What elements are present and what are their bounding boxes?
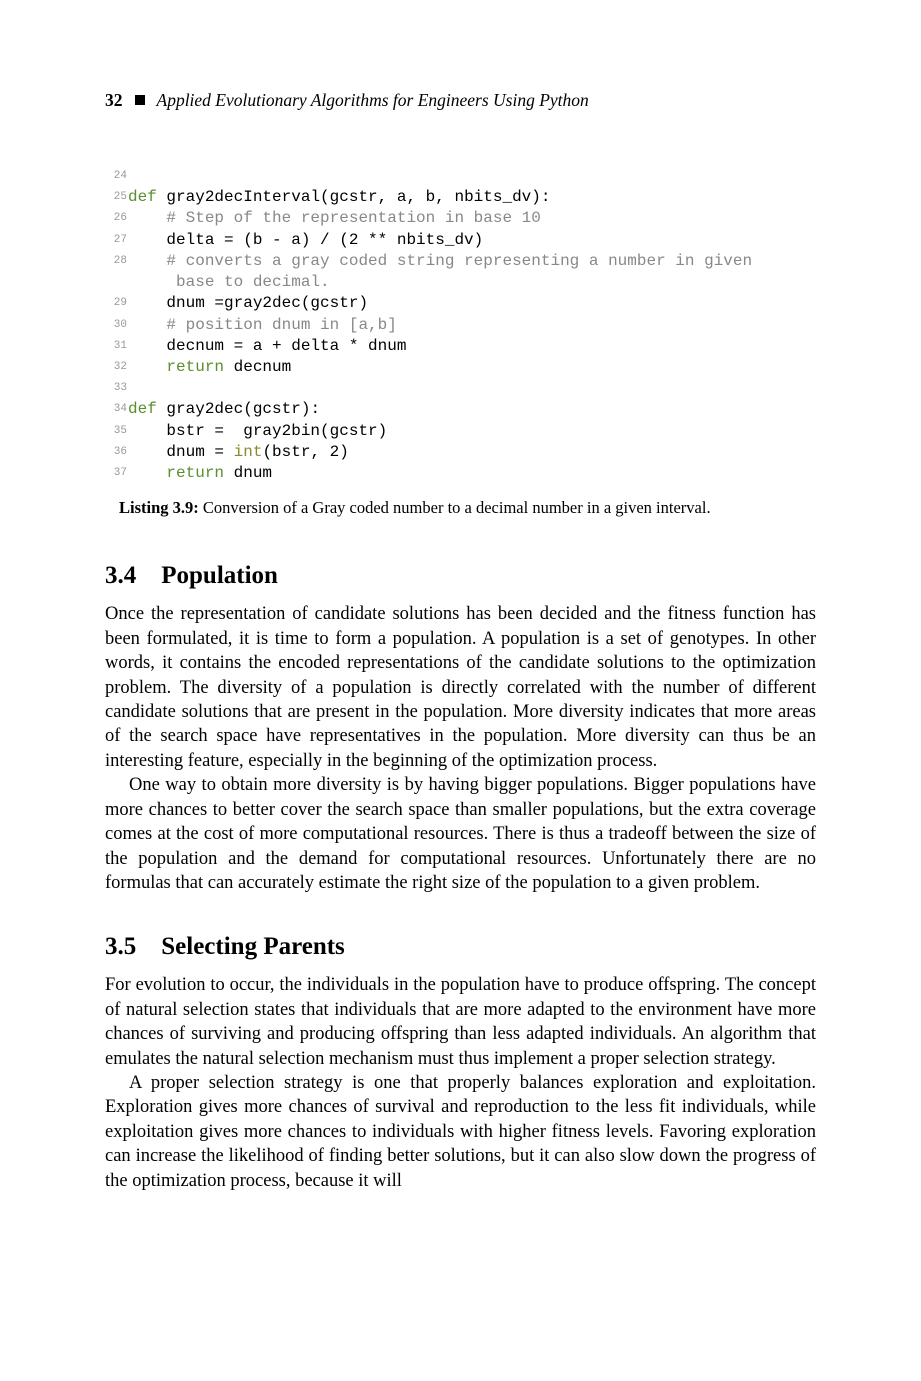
code-line: 31 decnum = a + delta * dnum [105, 336, 816, 357]
code-line: 36 dnum = int(bstr, 2) [105, 442, 816, 463]
line-number: 26 [105, 208, 127, 229]
code-text: return decnum [127, 357, 291, 378]
code-text: return dnum [127, 463, 272, 484]
code-text: delta = (b - a) / (2 ** nbits_dv) [127, 230, 483, 251]
code-text [127, 378, 128, 399]
listing-caption: Listing 3.9: Conversion of a Gray coded … [119, 498, 816, 518]
section-heading: 3.5 Selecting Parents [105, 933, 816, 961]
paragraph: One way to obtain more diversity is by h… [105, 773, 816, 895]
line-number: 25 [105, 187, 127, 208]
line-number: 37 [105, 463, 127, 484]
paragraph: A proper selection strategy is one that … [105, 1071, 816, 1193]
line-number: 30 [105, 315, 127, 336]
line-number: 34 [105, 399, 127, 420]
code-line: 30 # position dnum in [a,b] [105, 315, 816, 336]
page-number: 32 [105, 90, 123, 111]
sections-container: 3.4 Population Once the representation of… [105, 562, 816, 1193]
code-text: # Step of the representation in base 10 [127, 208, 541, 229]
code-line: 34def gray2dec(gcstr): [105, 399, 816, 420]
line-number: 33 [105, 378, 127, 399]
code-text [127, 166, 128, 187]
section: 3.4 Population Once the representation of… [105, 562, 816, 895]
section: 3.5 Selecting Parents For evolution to oc… [105, 933, 816, 1193]
book-title: Applied Evolutionary Algorithms for Engi… [157, 90, 589, 111]
code-line: 35 bstr = gray2bin(gcstr) [105, 421, 816, 442]
code-line: 28 # converts a gray coded string repres… [105, 251, 816, 294]
code-line: 26 # Step of the representation in base … [105, 208, 816, 229]
listing-caption-text: Conversion of a Gray coded number to a d… [199, 498, 711, 517]
code-line: 32 return decnum [105, 357, 816, 378]
line-number: 28 [105, 251, 127, 294]
page: 32 Applied Evolutionary Algorithms for E… [0, 0, 921, 1381]
code-text: decnum = a + delta * dnum [127, 336, 406, 357]
line-number: 36 [105, 442, 127, 463]
code-text: def gray2decInterval(gcstr, a, b, nbits_… [127, 187, 550, 208]
line-number: 35 [105, 421, 127, 442]
line-number: 32 [105, 357, 127, 378]
code-text: def gray2dec(gcstr): [127, 399, 320, 420]
code-line: 37 return dnum [105, 463, 816, 484]
paragraph: Once the representation of candidate sol… [105, 602, 816, 773]
page-header: 32 Applied Evolutionary Algorithms for E… [105, 90, 816, 111]
code-listing: 2425def gray2decInterval(gcstr, a, b, nb… [105, 166, 816, 484]
section-heading: 3.4 Population [105, 562, 816, 590]
code-line: 29 dnum =gray2dec(gcstr) [105, 293, 816, 314]
listing-label: Listing 3.9: [119, 498, 199, 517]
code-line: 25def gray2decInterval(gcstr, a, b, nbit… [105, 187, 816, 208]
code-text: dnum = int(bstr, 2) [127, 442, 349, 463]
header-square-icon [135, 95, 145, 105]
code-text: # position dnum in [a,b] [127, 315, 397, 336]
code-line: 33 [105, 378, 816, 399]
line-number: 24 [105, 166, 127, 187]
paragraph: For evolution to occur, the individuals … [105, 973, 816, 1071]
line-number: 27 [105, 230, 127, 251]
code-line: 24 [105, 166, 816, 187]
line-number: 31 [105, 336, 127, 357]
code-text: bstr = gray2bin(gcstr) [127, 421, 387, 442]
line-number: 29 [105, 293, 127, 314]
code-text: dnum =gray2dec(gcstr) [127, 293, 368, 314]
code-line: 27 delta = (b - a) / (2 ** nbits_dv) [105, 230, 816, 251]
code-text: # converts a gray coded string represent… [127, 251, 752, 294]
